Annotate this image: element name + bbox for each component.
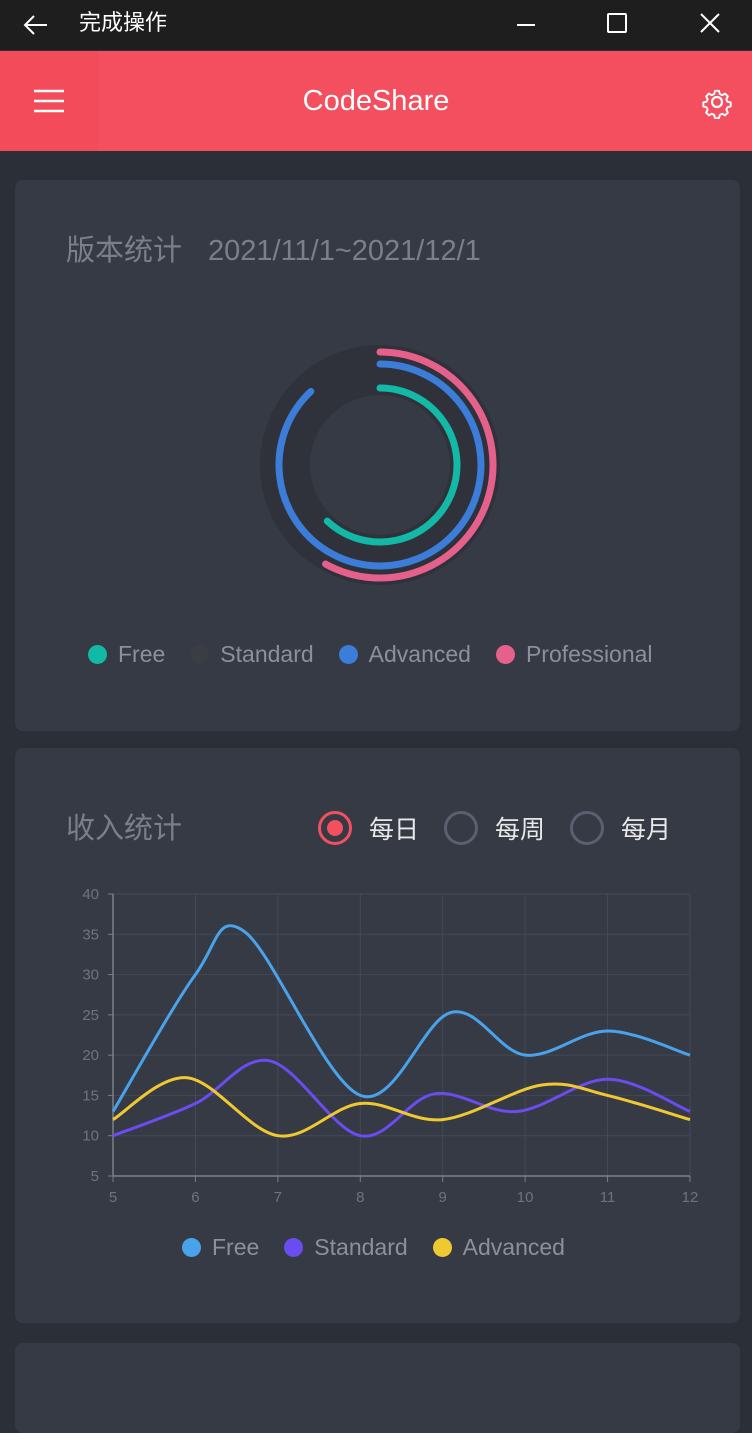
- legend-item-professional[interactable]: Professional: [495, 641, 653, 668]
- back-arrow-icon[interactable]: [20, 9, 52, 41]
- version-ring-chart: [260, 345, 500, 585]
- window-title: 完成操作: [79, 11, 168, 36]
- legend-label: Free: [212, 1234, 260, 1260]
- maximize-icon[interactable]: [600, 8, 634, 42]
- y-tick-label: 15: [82, 1087, 99, 1104]
- legend-label: Professional: [525, 641, 653, 667]
- close-icon[interactable]: [693, 8, 727, 42]
- legend-item-advanced[interactable]: Advanced: [432, 1234, 565, 1261]
- legend-dot: [88, 645, 107, 664]
- legend-dot: [338, 645, 358, 664]
- next-card: [15, 1343, 740, 1433]
- ring-arc-free: [323, 384, 461, 546]
- y-tick-label: 20: [82, 1047, 99, 1064]
- x-tick-label: 10: [517, 1189, 534, 1206]
- income-stats-card: 收入统计 每日 每周 每月 5 10 15 20 25 30 35 40 5 6 7 8 9 10 11 12…: [15, 748, 740, 1323]
- x-tick-label: 12: [682, 1189, 699, 1206]
- income-legend: Free Standard Advanced: [182, 1234, 590, 1261]
- x-tick-label: 11: [600, 1189, 616, 1206]
- legend-label: Standard: [314, 1234, 408, 1260]
- series-line-advanced: [112, 1076, 691, 1138]
- y-tick-label: 10: [82, 1128, 99, 1145]
- series-line-free: [111, 924, 691, 1113]
- settings-gear-icon[interactable]: [700, 85, 734, 119]
- income-line-chart: 5 10 15 20 25 30 35 40 5 6 7 8 9 10 11 12: [82, 886, 699, 1206]
- legend-label: Advanced: [462, 1234, 565, 1260]
- legend-dot: [495, 645, 515, 664]
- legend-dot: [182, 1238, 201, 1257]
- x-tick-label: 6: [191, 1189, 199, 1206]
- legend-item-standard[interactable]: Standard: [284, 1234, 408, 1261]
- legend-label: Free: [118, 641, 166, 667]
- y-tick-label: 5: [91, 1168, 99, 1185]
- window-titlebar: 完成操作: [0, 0, 752, 50]
- x-tick-label: 7: [274, 1189, 282, 1206]
- y-tick-label: 30: [82, 967, 99, 984]
- date-range: 2021/11/1~2021/12/1: [208, 235, 481, 267]
- version-stats-title: 版本统计: [66, 235, 183, 267]
- legend-item-standard[interactable]: Standard: [190, 641, 314, 668]
- x-tick-label: 9: [439, 1189, 447, 1206]
- y-tick-label: 25: [82, 1007, 99, 1024]
- legend-item-advanced[interactable]: Advanced: [338, 641, 471, 668]
- legend-dot: [190, 645, 210, 664]
- legend-dot: [432, 1238, 452, 1257]
- x-tick-label: 5: [109, 1189, 117, 1206]
- y-tick-label: 40: [82, 886, 99, 903]
- legend-label: Standard: [220, 641, 314, 667]
- legend-item-free[interactable]: Free: [88, 641, 165, 668]
- x-tick-label: 8: [356, 1189, 364, 1206]
- version-legend: Free Standard Advanced Professional: [88, 641, 678, 668]
- legend-dot: [284, 1238, 304, 1257]
- y-tick-label: 35: [82, 926, 99, 943]
- app-title: CodeShare: [302, 85, 450, 117]
- app-header: CodeShare: [0, 51, 752, 151]
- legend-item-free[interactable]: Free: [182, 1234, 259, 1261]
- version-stats-card: 版本统计 2021/11/1~2021/12/1 Free Standard A…: [15, 180, 740, 731]
- legend-label: Advanced: [368, 641, 471, 667]
- ring-track: [285, 370, 475, 560]
- minimize-icon[interactable]: [509, 8, 543, 42]
